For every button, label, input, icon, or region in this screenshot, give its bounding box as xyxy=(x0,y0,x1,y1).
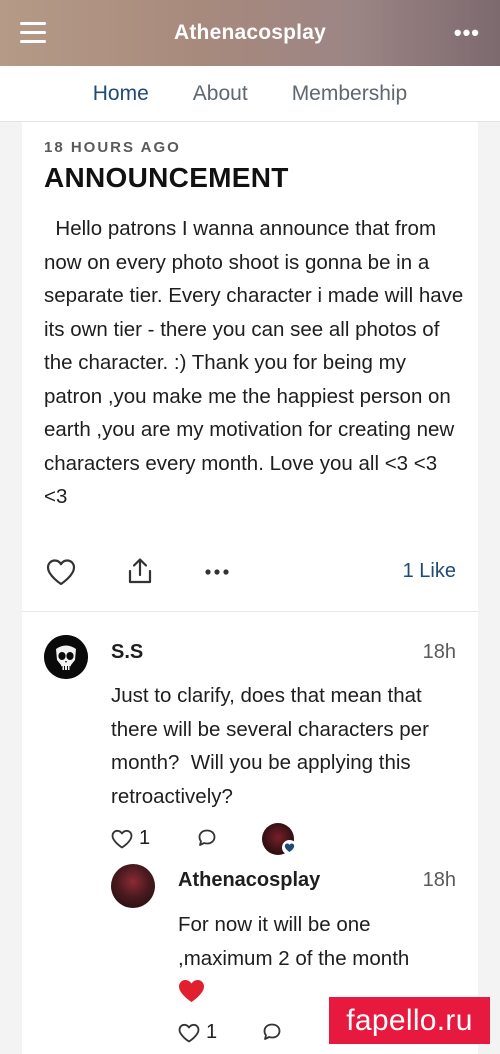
divider xyxy=(22,611,478,612)
red-heart-emoji-icon xyxy=(179,980,204,1002)
reply-like-button[interactable]: 1 xyxy=(178,1021,217,1044)
post-more-icon[interactable] xyxy=(204,568,230,576)
comment-time: 18h xyxy=(422,641,456,663)
tab-home[interactable]: Home xyxy=(93,66,149,122)
tab-about[interactable]: About xyxy=(193,66,248,122)
avatar[interactable] xyxy=(44,635,88,679)
post-actions: 1 Like xyxy=(22,558,478,588)
heart-icon[interactable] xyxy=(46,558,76,586)
tab-bar: Home About Membership xyxy=(0,66,500,122)
skull-icon xyxy=(44,635,88,679)
reply-author[interactable]: Athenacosplay xyxy=(178,869,320,892)
page-title: Athenacosplay xyxy=(174,21,326,44)
top-bar: Athenacosplay ••• xyxy=(0,0,500,66)
comment-text: Just to clarify, does that mean that the… xyxy=(111,684,435,808)
reply-avatar[interactable] xyxy=(111,864,155,908)
post-timestamp: 18 HOURS AGO xyxy=(44,139,181,156)
reply-time: 18h xyxy=(422,869,456,891)
reply-like-count: 1 xyxy=(206,1021,218,1043)
comment-like-count: 1 xyxy=(139,827,151,849)
reply-bubble-icon[interactable] xyxy=(197,828,217,848)
heart-outline-icon xyxy=(111,829,133,848)
watermark-label: fapello.ru xyxy=(329,997,490,1044)
post-body: Hello patrons I wanna announce that from… xyxy=(44,217,470,508)
comment-author[interactable]: S.S xyxy=(111,641,143,664)
creator-heart-badge-icon xyxy=(282,840,297,855)
heart-outline-icon xyxy=(178,1023,200,1042)
reply-text: For now it will be one ,maximum 2 of the… xyxy=(178,913,410,970)
post-title: ANNOUNCEMENT xyxy=(44,162,289,193)
reply-bubble-icon[interactable] xyxy=(262,1022,282,1042)
likes-count-link[interactable]: 1 Like xyxy=(403,560,456,583)
tab-membership[interactable]: Membership xyxy=(292,66,408,122)
comment-like-button[interactable]: 1 xyxy=(111,827,150,850)
hamburger-menu-icon[interactable] xyxy=(20,22,46,44)
more-options-icon[interactable]: ••• xyxy=(454,22,480,44)
post-card: 18 HOURS AGO ANNOUNCEMENT Hello patrons … xyxy=(22,122,478,1054)
share-icon[interactable] xyxy=(126,556,154,586)
